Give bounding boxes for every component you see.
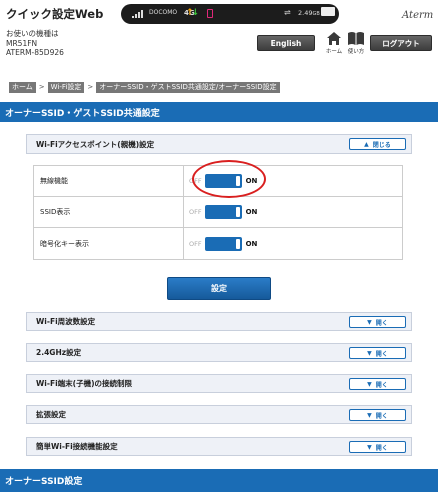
device-model: MR51FN [6,38,38,48]
book-icon [348,32,364,45]
chevron-down-icon: ▼ [367,318,372,326]
open-label: 開く [375,350,388,358]
ssid-display-toggle[interactable]: OFF ON [189,205,257,219]
open-button[interactable]: ▼ 開く [349,378,406,390]
toggle-off-label: OFF [189,239,202,248]
setting-label: 無線機能 [34,166,184,196]
setting-label: SSID表示 [34,197,184,227]
owner-ssid-section-title: オーナーSSID設定 [0,469,438,492]
toggle-on-label: ON [245,208,258,216]
open-label: 開く [375,412,388,420]
open-label: 開く [375,444,388,452]
chevron-down-icon: ▼ [367,349,372,357]
chevron-down-icon: ▼ [367,443,372,451]
breadcrumb: ホーム > Wi-Fi設定 > オーナーSSID・ゲストSSID共通設定/オーナ… [9,81,280,93]
device-status-bar: DOCOMO 4G ↑↓ ⇌ 2.49GB [121,4,339,24]
highlight-circle [192,160,266,198]
chevron-up-icon: ▲ [364,140,369,148]
data-transfer-icon: ↑↓ [186,8,199,18]
signal-icon [132,10,146,18]
app-title: クイック設定Web [6,7,104,21]
chevron-down-icon: ▼ [367,380,372,388]
setting-row-ssid-display: SSID表示 OFF ON [34,197,402,228]
section-title: オーナーSSID・ゲストSSID共通設定 [0,102,438,122]
accordion-title: Wi-Fi周波数設定 [36,317,96,326]
device-id: ATERM-85D926 [6,48,64,57]
key-display-toggle[interactable]: OFF ON [189,236,258,251]
accordion-title: 2.4GHz設定 [36,348,82,357]
open-button[interactable]: ▼ 開く [349,441,406,453]
close-panel-button[interactable]: ▲ 閉じる [349,138,406,150]
device-info: お使いの機種は MR51FN ATERM-85D926 [6,29,64,58]
header: クイック設定Web お使いの機種は MR51FN ATERM-85D926 DO… [0,0,438,62]
device-info-line: お使いの機種は [6,29,59,38]
accordion-title: Wi-Fi端末(子機)の接続制限 [36,379,133,388]
breadcrumb-current: オーナーSSID・ゲストSSID共通設定/オーナーSSID設定 [96,81,280,93]
breadcrumb-separator: > [38,83,45,91]
setting-value: OFF ON [184,197,402,227]
setting-value: OFF ON [184,228,402,259]
carrier-label: DOCOMO [149,9,178,16]
logout-button[interactable]: ログアウト [370,35,432,51]
ap-settings-title: Wi-Fiアクセスポイント(親機)設定 [36,139,155,149]
breadcrumb-home[interactable]: ホーム [9,81,36,93]
breadcrumb-wifi[interactable]: Wi-Fi設定 [47,81,85,93]
accordion-title: 簡単Wi-Fi接続機能設定 [36,442,118,451]
open-button[interactable]: ▼ 開く [349,347,406,359]
breadcrumb-separator: > [87,83,94,91]
open-button[interactable]: ▼ 開く [349,409,406,421]
sim-icon [207,9,213,18]
usb-icon: ⇌ [284,8,291,17]
home-button[interactable]: ホーム [323,31,345,57]
help-button[interactable]: 使い方 [345,31,367,57]
accordion-extended[interactable]: 拡張設定 ▼ 開く [26,405,412,424]
chevron-down-icon: ▼ [367,411,372,419]
open-label: 開く [375,319,388,327]
accordion-wifi-frequency[interactable]: Wi-Fi周波数設定 ▼ 開く [26,312,412,331]
toggle-knob[interactable] [235,238,240,249]
accordion-2-4ghz[interactable]: 2.4GHz設定 ▼ 開く [26,343,412,362]
toggle-on-label: ON [245,239,258,248]
home-label: ホーム [325,49,343,55]
toggle-off-label: OFF [189,208,202,216]
help-label: 使い方 [347,49,365,55]
home-icon [327,32,341,45]
close-panel-label: 閉じる [372,141,391,149]
setting-row-key-display: 暗号化キー表示 OFF ON [34,228,402,259]
setting-label: 暗号化キー表示 [34,228,184,259]
open-label: 開く [375,381,388,389]
toggle-track[interactable] [204,205,242,219]
accordion-connection-limit[interactable]: Wi-Fi端末(子機)の接続制限 ▼ 開く [26,374,412,393]
toggle-knob[interactable] [235,207,240,217]
ap-settings-panel-header[interactable]: Wi-Fiアクセスポイント(親機)設定 ▲ 閉じる [26,134,412,154]
brand-logo: Aterm [402,10,434,21]
toggle-track[interactable] [204,236,242,251]
open-button[interactable]: ▼ 開く [349,316,406,328]
english-button[interactable]: English [257,35,315,51]
accordion-easy-connect[interactable]: 簡単Wi-Fi接続機能設定 ▼ 開く [26,437,412,456]
data-usage: 2.49GB [298,9,320,17]
battery-icon [321,7,335,16]
accordion-title: 拡張設定 [36,410,66,419]
apply-settings-button[interactable]: 設定 [167,277,271,300]
